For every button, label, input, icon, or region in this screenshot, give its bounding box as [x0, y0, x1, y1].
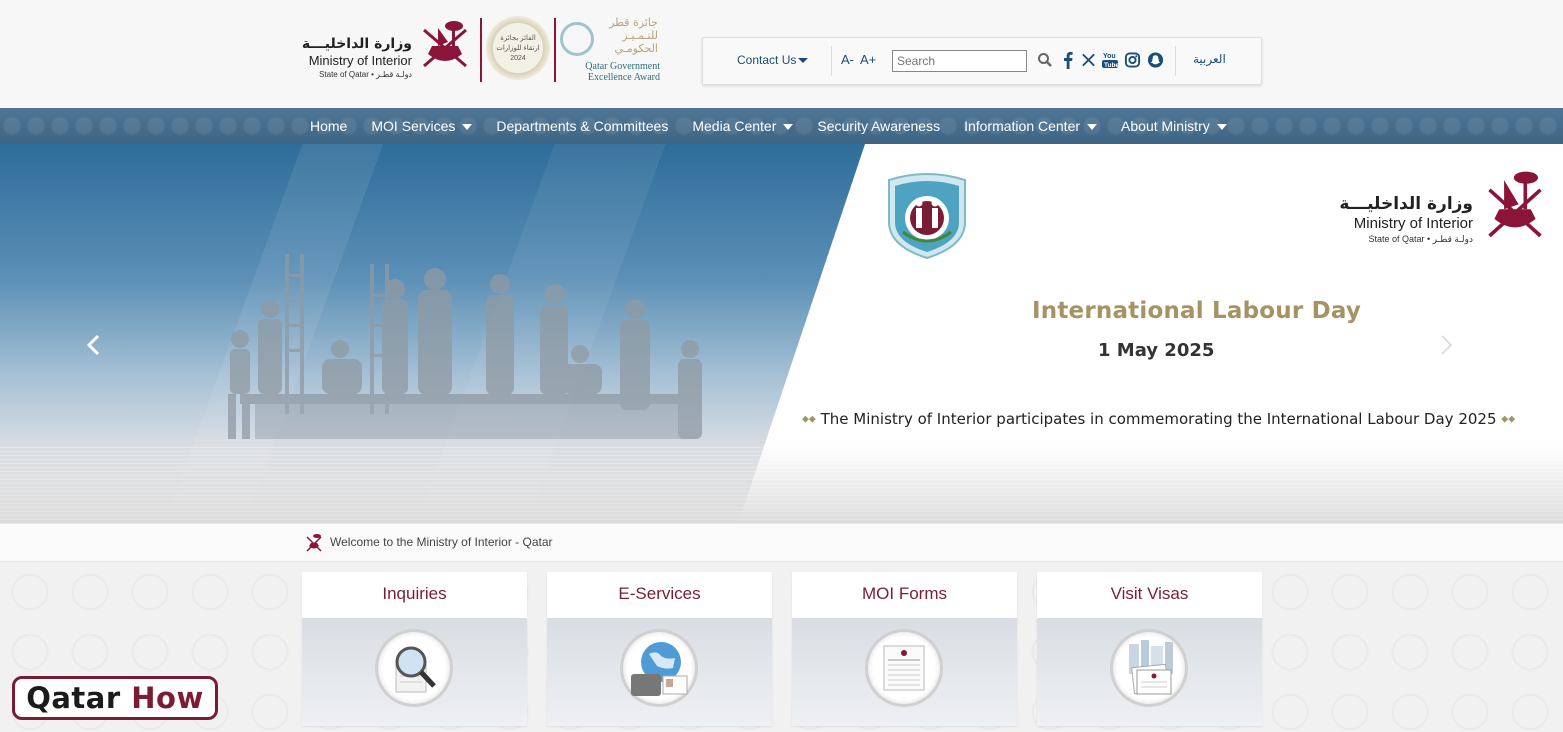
- toolbar-divider: [1175, 46, 1176, 76]
- ministry-logo-text: وزارة الداخليـــة Ministry of Interior S…: [300, 36, 412, 79]
- nav-item-label: Media Center: [692, 118, 777, 134]
- nav-item-about-ministry[interactable]: About Ministry: [1121, 108, 1227, 144]
- hero-ministry-name-ar: وزارة الداخليـــة: [1339, 194, 1473, 214]
- svg-text:You: You: [1103, 53, 1116, 60]
- award-badge-2024: الفائز بجائزة ارتقاء للوزارات 2024: [486, 16, 550, 80]
- ministry-name-en: Ministry of Interior: [308, 53, 412, 68]
- brand-logos[interactable]: وزارة الداخليـــة Ministry of Interior S…: [300, 14, 660, 86]
- service-card-e-services[interactable]: E-Services: [547, 572, 772, 726]
- x-icon[interactable]: [1081, 51, 1096, 69]
- labour-rights-department-badge-icon: [888, 173, 966, 260]
- slider-next-arrow-icon[interactable]: [1436, 334, 1456, 356]
- service-card-visit-visas[interactable]: Visit Visas: [1037, 572, 1262, 726]
- qatar-government-excellence-award: جائزة قطر للتـمـيـز الحكومـي Qatar Gover…: [560, 16, 660, 86]
- hero-ministry-logo: وزارة الداخليـــة Ministry of Interior S…: [1335, 168, 1555, 248]
- diamond-ornament-icon: ◆◆: [802, 414, 816, 425]
- services-section: Inquiries E-Services MOI Forms Visit Vis…: [0, 562, 1563, 732]
- nav-item-home[interactable]: Home: [310, 108, 347, 144]
- award-ar-line-2: للتـمـيـز: [622, 29, 658, 42]
- qatar-emblem-icon: [423, 21, 467, 68]
- caret-down-icon: [783, 124, 794, 131]
- award-badge-line-1: الفائز بجائزة: [500, 35, 536, 42]
- hero-slider[interactable]: وزارة الداخليـــة Ministry of Interior S…: [0, 144, 1563, 524]
- nav-item-media-center[interactable]: Media Center: [692, 108, 794, 144]
- qatar-emblem-icon: [306, 534, 322, 552]
- youtube-icon[interactable]: You Tube: [1101, 51, 1119, 69]
- service-card-inquiries[interactable]: Inquiries: [302, 572, 527, 726]
- site-header: وزارة الداخليـــة Ministry of Interior S…: [0, 0, 1563, 108]
- service-card-title: Visit Visas: [1110, 584, 1189, 603]
- award-en-line-2: Excellence Award: [587, 72, 660, 83]
- award-badge-line-2: ارتقاء للوزارات: [496, 45, 540, 52]
- caret-down-icon: [798, 58, 809, 64]
- brand-divider: [554, 18, 556, 82]
- utility-toolbar: Contact Us A- A+ You Tube: [702, 37, 1262, 85]
- snapchat-icon[interactable]: [1147, 51, 1164, 69]
- service-card-title: MOI Forms: [862, 584, 947, 603]
- award-badge-line-3: 2024: [510, 55, 526, 62]
- ministry-name-ar: وزارة الداخليـــة: [301, 36, 412, 52]
- award-en-line-1: Qatar Government: [585, 61, 660, 72]
- hero-ministry-name-en: Ministry of Interior: [1353, 215, 1473, 232]
- watermark-part-1: Qatar: [26, 681, 121, 715]
- contact-us-label: Contact Us: [737, 53, 797, 67]
- nav-item-label: MOI Services: [371, 118, 456, 134]
- language-switch-link[interactable]: العربية: [1193, 52, 1226, 66]
- service-card-title: E-Services: [618, 584, 701, 603]
- globe-laptop-icon: [631, 642, 688, 696]
- nav-item-moi-services[interactable]: MOI Services: [371, 108, 473, 144]
- hero-date: 1 May 2025: [1098, 340, 1215, 361]
- contact-us-dropdown[interactable]: Contact Us: [737, 53, 809, 67]
- qatar-emblem-icon: [1488, 171, 1542, 238]
- nav-item-label: Departments & Committees: [496, 118, 669, 134]
- facebook-icon[interactable]: [1063, 51, 1073, 69]
- watermark-part-2: How: [131, 681, 204, 715]
- slider-prev-arrow-icon[interactable]: [84, 334, 104, 356]
- award-ring-icon: [560, 22, 594, 56]
- award-ar-line-1: جائزة قطر: [609, 16, 658, 29]
- font-decrease-button[interactable]: A-: [841, 52, 854, 67]
- main-navigation: Home MOI Services Departments & Committe…: [0, 108, 1563, 144]
- nav-item-departments-committees[interactable]: Departments & Committees: [496, 108, 668, 144]
- service-card-title: Inquiries: [382, 584, 447, 603]
- nav-item-label: Security Awareness: [817, 118, 941, 134]
- nav-item-label: Information Center: [964, 118, 1081, 134]
- award-name-en: Qatar Government Excellence Award: [560, 61, 660, 83]
- instagram-icon[interactable]: [1124, 51, 1141, 69]
- hero-caption-text: The Ministry of Interior participates in…: [820, 410, 1497, 428]
- nav-item-information-center[interactable]: Information Center: [964, 108, 1098, 144]
- nav-item-security-awareness[interactable]: Security Awareness: [817, 108, 940, 144]
- service-card-moi-forms[interactable]: MOI Forms: [792, 572, 1017, 726]
- caret-down-icon: [462, 124, 473, 131]
- search-icon[interactable]: [1037, 52, 1053, 68]
- magnifier-icon: [395, 646, 436, 693]
- hero-state-name: State of Qatar • دولـة قطـر: [1368, 234, 1473, 244]
- font-increase-button[interactable]: A+: [860, 52, 876, 67]
- search-input[interactable]: [892, 50, 1027, 72]
- caret-down-icon: [1087, 124, 1098, 131]
- brand-divider: [480, 18, 482, 82]
- award-ar-line-3: الحكومـي: [614, 42, 658, 55]
- welcome-bar: Welcome to the Ministry of Interior - Qa…: [0, 524, 1563, 562]
- forms-icon: [883, 645, 925, 691]
- hero-caption[interactable]: ◆◆ The Ministry of Interior participates…: [802, 410, 1542, 428]
- diamond-ornament-icon: ◆◆: [1501, 414, 1516, 425]
- state-name: State of Qatar • دولـة قطـر: [319, 70, 412, 79]
- svg-text:Tube: Tube: [1104, 62, 1119, 69]
- nav-item-label: Home: [310, 118, 348, 134]
- toolbar-divider: [831, 46, 832, 76]
- welcome-text: Welcome to the Ministry of Interior - Qa…: [330, 535, 553, 549]
- workers-silhouette-icon: [228, 254, 702, 439]
- nav-item-label: About Ministry: [1121, 118, 1210, 134]
- qatarhow-watermark-logo: Qatar How: [12, 676, 218, 720]
- caret-down-icon: [1216, 124, 1227, 131]
- award-name-ar: جائزة قطر للتـمـيـز الحكومـي: [596, 16, 658, 55]
- hero-title: International Labour Day: [1032, 298, 1362, 324]
- visa-documents-icon: [1129, 640, 1173, 695]
